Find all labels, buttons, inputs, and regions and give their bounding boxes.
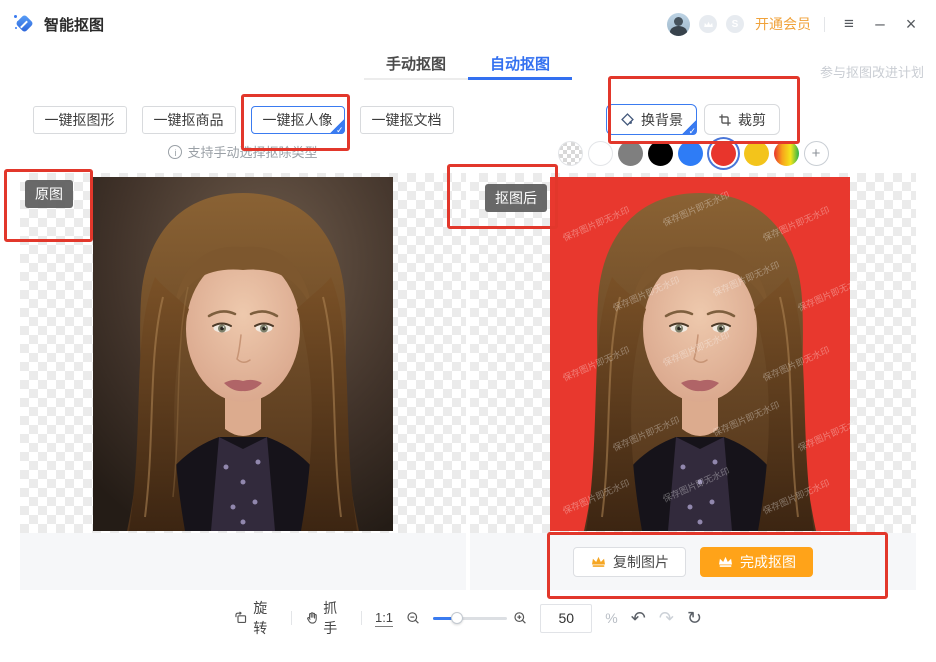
background-tools: 换背景 ✓ 裁剪: [470, 104, 916, 135]
redo-icon[interactable]: ↷: [659, 609, 674, 627]
original-photo: [93, 177, 393, 531]
tab-auto-cutout[interactable]: 自动抠图: [468, 48, 572, 80]
mode-button-portrait[interactable]: 一键抠人像 ✓: [251, 106, 345, 134]
swatch-red-selected[interactable]: [711, 141, 736, 166]
swatch-blue[interactable]: [678, 141, 703, 166]
swatch-black[interactable]: [648, 141, 673, 166]
rotate-button[interactable]: 旋转: [234, 598, 278, 638]
result-badge: 抠图后: [485, 184, 547, 212]
crop-button[interactable]: 裁剪: [704, 104, 780, 135]
actual-size-button[interactable]: 1:1: [375, 610, 393, 627]
selected-check-icon: ✓: [680, 118, 697, 135]
background-color-swatches: +: [470, 141, 916, 166]
crown-icon: [590, 555, 607, 568]
crown-icon: [717, 555, 734, 568]
mode-button-shape[interactable]: 一键抠图形: [33, 106, 127, 134]
tab-bar: 手动抠图 自动抠图: [0, 48, 936, 80]
tab-manual-cutout[interactable]: 手动抠图: [364, 48, 468, 80]
left-bottom-strip: [20, 533, 466, 590]
diamond-icon: [620, 112, 635, 127]
crown-badge-icon[interactable]: [699, 15, 717, 33]
canvas-toolbar: 旋转 抓手 1:1 % ↶ ↷ ↻: [234, 603, 702, 633]
zoom-percent-input[interactable]: [540, 604, 592, 633]
swatch-rainbow[interactable]: [774, 141, 799, 166]
app-logo-icon: [14, 13, 36, 35]
selected-check-icon: ✓: [328, 117, 345, 134]
crop-icon: [718, 113, 732, 127]
open-membership-link[interactable]: 开通会员: [755, 14, 811, 34]
change-background-button[interactable]: 换背景 ✓: [606, 104, 697, 135]
toolbar-divider: [361, 611, 362, 625]
info-icon: i: [168, 145, 182, 159]
user-avatar[interactable]: [667, 13, 690, 36]
add-color-button[interactable]: +: [804, 141, 829, 166]
app-title: 智能抠图: [44, 14, 104, 35]
title-bar: 智能抠图 S 开通会员 ≡ – ×: [0, 0, 936, 48]
zoom-in-icon[interactable]: [513, 610, 527, 626]
mode-button-document[interactable]: 一键抠文档: [360, 106, 454, 134]
minimize-icon[interactable]: –: [869, 13, 891, 35]
mode-hint: i 支持手动选择抠除类型: [20, 142, 466, 161]
zoom-slider-handle[interactable]: [451, 612, 463, 624]
close-icon[interactable]: ×: [900, 13, 922, 35]
reset-icon[interactable]: ↻: [687, 609, 702, 627]
rotate-icon: [234, 610, 248, 626]
swatch-white[interactable]: [588, 141, 613, 166]
zoom-slider[interactable]: [433, 612, 499, 624]
copy-image-button[interactable]: 复制图片: [573, 547, 686, 577]
swatch-transparent[interactable]: [558, 141, 583, 166]
cutout-mode-buttons: 一键抠图形 一键抠商品 一键抠人像 ✓ 一键抠文档: [20, 106, 466, 134]
swatch-gray[interactable]: [618, 141, 643, 166]
improve-plan-link[interactable]: 参与抠图改进计划: [820, 62, 924, 81]
finish-cutout-button[interactable]: 完成抠图: [700, 547, 813, 577]
menu-icon[interactable]: ≡: [838, 13, 860, 35]
hand-icon: [305, 610, 318, 626]
titlebar-divider: [824, 17, 825, 32]
original-badge: 原图: [25, 180, 73, 208]
cutout-photo: [550, 177, 850, 531]
undo-icon[interactable]: ↶: [631, 609, 646, 627]
mode-button-product[interactable]: 一键抠商品: [142, 106, 236, 134]
percent-label: %: [605, 610, 617, 626]
result-actions: 复制图片 完成抠图: [470, 533, 916, 590]
zoom-out-icon[interactable]: [406, 610, 420, 626]
hand-tool-button[interactable]: 抓手: [305, 598, 348, 638]
coin-badge-icon[interactable]: S: [726, 15, 744, 33]
toolbar-divider: [291, 611, 292, 625]
swatch-yellow[interactable]: [744, 141, 769, 166]
